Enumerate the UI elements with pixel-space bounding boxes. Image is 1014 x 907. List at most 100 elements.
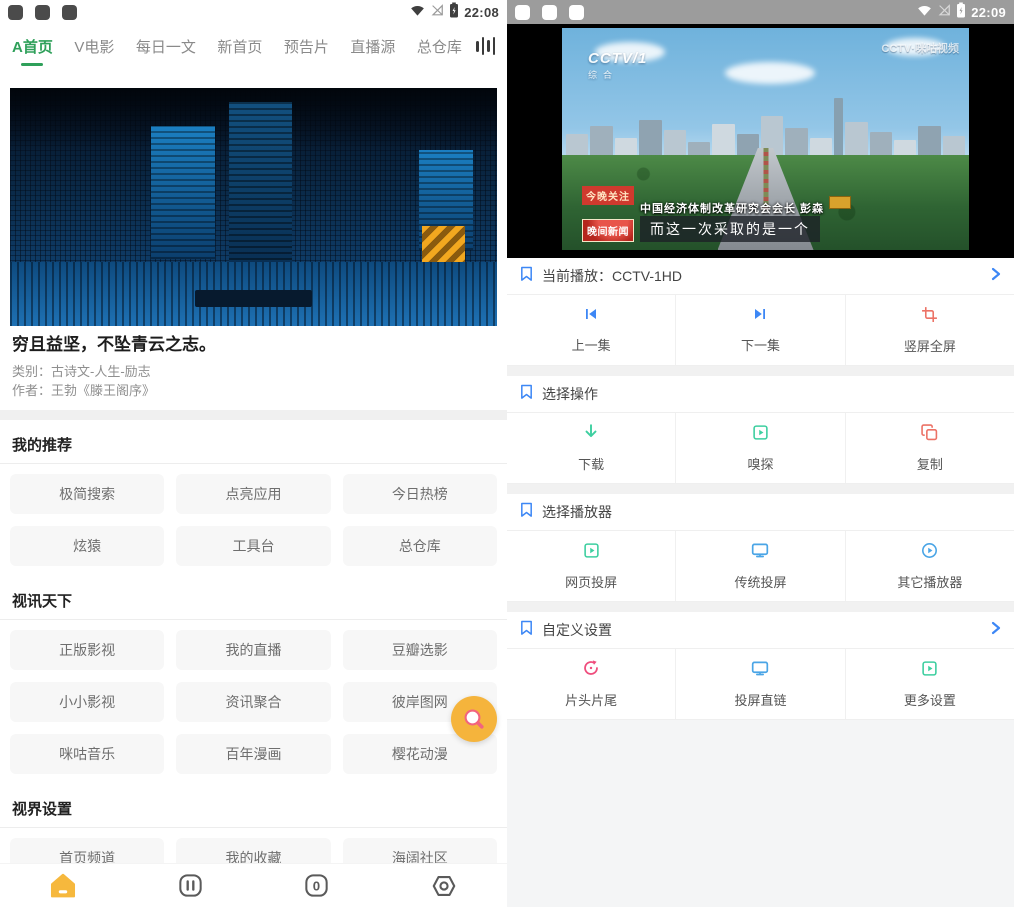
nav-zero-button[interactable]: 0 [254,873,381,898]
hero-bench [195,290,312,307]
bookmark-icon [519,620,534,641]
tab-item[interactable]: 预告片 [284,30,329,63]
hero-structure [229,102,292,278]
shortcut-button[interactable]: 咪咕音乐 [10,734,164,774]
group-header-label: 选择操作 [542,384,1002,404]
player-screen: 22:09 CCTV/1 综合 CCTV·咪咕视频 今晚关注 [507,0,1014,907]
action-button-copy[interactable]: 复制 [846,413,1014,483]
action-button-replay[interactable]: 片头片尾 [507,649,676,719]
gear-icon [431,873,457,899]
equalizer-bars-icon[interactable] [476,36,495,56]
section-title: 视讯天下 [0,576,507,620]
tab-item[interactable]: A首页 [12,30,53,63]
caption-speaker: 中国经济体制改革研究会会长 彭森 [640,200,824,216]
action-button-play-square[interactable]: 更多设置 [846,649,1014,719]
action-label: 下载 [578,454,604,473]
tab-item[interactable]: V电影 [74,30,114,63]
home-screen: 22:08 A首页V电影每日一文新首页预告片直播源总仓库 穷且益坚，不坠青云之志… [0,0,507,907]
no-signal-icon [937,3,951,22]
shortcut-button[interactable]: 工具台 [176,526,330,566]
shortcut-button[interactable]: 我的直播 [176,630,330,670]
video-player[interactable]: CCTV/1 综合 CCTV·咪咕视频 今晚关注 晚间新闻 中国经济体制改革研究… [507,24,1014,258]
action-button-previous[interactable]: 上一集 [507,295,676,365]
play-square-icon [752,424,769,446]
shortcut-button[interactable]: 资讯聚合 [176,682,330,722]
action-button-play-square[interactable]: 网页投屏 [507,531,676,601]
chevron-right-icon[interactable] [990,267,1002,286]
action-button-next[interactable]: 下一集 [676,295,845,365]
action-label: 网页投屏 [565,572,617,591]
now-playing-row[interactable]: 当前播放：CCTV-1HD [507,258,1014,295]
section-title: 视界设置 [0,784,507,828]
shortcut-button[interactable]: 炫猿 [10,526,164,566]
action-row: 下载 嗅探 复制 [507,413,1014,484]
video-frame: CCTV/1 综合 CCTV·咪咕视频 今晚关注 晚间新闻 中国经济体制改革研究… [562,28,969,250]
quote-category: 类别：古诗文-人生-励志 [12,362,495,381]
shortcut-button[interactable]: 今日热榜 [343,474,497,514]
quote-text: 穷且益坚，不坠青云之志。 [12,334,495,356]
clock: 22:09 [971,5,1006,20]
notification-square-icon [569,5,584,20]
battery-charging-icon [449,2,459,23]
home-icon [50,873,76,899]
action-button-download[interactable]: 下载 [507,413,676,483]
copy-icon [921,424,938,446]
notification-square-icon [8,5,23,20]
shortcut-button[interactable]: 正版影视 [10,630,164,670]
group-gap [507,484,1014,494]
next-icon [752,306,768,327]
news-tag: 今晚关注 [582,186,634,205]
shortcut-button[interactable]: 小小影视 [10,682,164,722]
action-label: 下一集 [741,335,780,354]
search-icon [462,707,486,731]
status-bar-right: 22:09 [507,0,1014,24]
tab-item[interactable]: 每日一文 [136,30,196,63]
bookmark-icon [519,502,534,523]
action-row: 片头片尾 投屏直链 更多设置 [507,649,1014,720]
chevron-right-icon[interactable] [990,621,1002,640]
display-icon [751,541,769,564]
road-sign [829,196,851,209]
nav-home-button[interactable] [0,873,127,899]
action-button-play-circle[interactable]: 其它播放器 [846,531,1014,601]
section-title: 我的推荐 [0,420,507,464]
action-row: 网页投屏 传统投屏其它播放器 [507,531,1014,602]
notification-square-icon [35,5,50,20]
shortcut-button[interactable]: 极简搜索 [10,474,164,514]
now-playing-label: 当前播放：CCTV-1HD [542,266,982,286]
shortcut-button[interactable]: 点亮应用 [176,474,330,514]
channel-logo: CCTV/1 综合 [588,50,647,81]
action-button-display[interactable]: 投屏直链 [676,649,845,719]
nav-media-button[interactable] [127,873,254,898]
action-label: 上一集 [572,335,611,354]
no-signal-icon [430,3,444,22]
group-gap [507,366,1014,376]
action-label: 复制 [917,454,943,473]
action-button-play-square[interactable]: 嗅探 [676,413,845,483]
nav-settings-button[interactable] [380,873,507,899]
tab-item[interactable]: 直播源 [350,30,395,63]
search-fab[interactable] [451,696,497,742]
shortcut-button[interactable]: 豆瓣选影 [343,630,497,670]
action-button-crop[interactable]: 竖屏全屏 [846,295,1014,365]
daily-quote-card[interactable]: 穷且益坚，不坠青云之志。 类别：古诗文-人生-励志 作者：王勃《滕王阁序》 [0,326,507,410]
action-label: 嗅探 [747,454,773,473]
action-label: 片头片尾 [565,690,617,709]
status-bar-left: 22:08 [0,0,507,24]
action-label: 其它播放器 [897,572,962,591]
shortcut-button[interactable]: 百年漫画 [176,734,330,774]
notification-icons [515,5,584,20]
action-label: 竖屏全屏 [904,336,956,355]
svg-text:0: 0 [313,879,320,894]
shortcut-button[interactable]: 总仓库 [343,526,497,566]
action-label: 投屏直链 [734,690,786,709]
wifi-icon [917,3,932,22]
battery-charging-icon [956,2,966,23]
group-header-label: 选择播放器 [542,502,1002,522]
hero-image[interactable] [10,88,497,326]
action-button-display[interactable]: 传统投屏 [676,531,845,601]
bottom-nav: 0 [0,863,507,907]
crop-icon [921,306,938,328]
tab-item[interactable]: 总仓库 [417,30,462,63]
tab-item[interactable]: 新首页 [217,30,262,63]
